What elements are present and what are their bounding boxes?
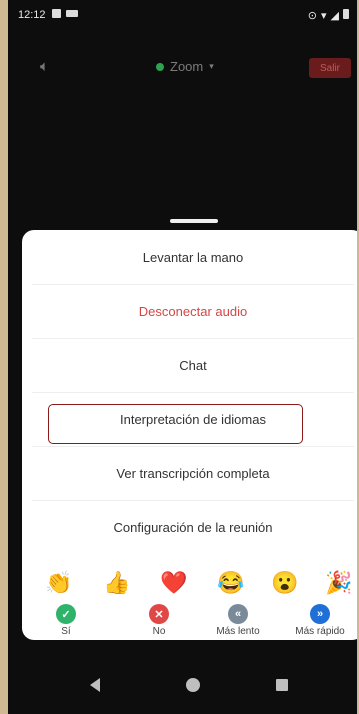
phone-screen: 12:12 ⊙ ▾ ◢ 🔈︎ Zoom ▾ Salir Levantar la … xyxy=(8,0,357,714)
surprised-face-icon[interactable]: 😮 xyxy=(270,568,300,598)
menu-item-full-transcript[interactable]: Ver transcripción completa xyxy=(22,446,357,500)
sheet-drag-handle[interactable] xyxy=(170,219,218,223)
party-popper-icon[interactable]: 🎉 xyxy=(324,568,354,598)
yes-label: Sí xyxy=(61,626,71,637)
meeting-title[interactable]: Zoom ▾ xyxy=(156,59,214,74)
faster-label: Más rápido xyxy=(295,626,345,637)
alarm-icon: ⊙ xyxy=(307,10,317,22)
slower-label: Más lento xyxy=(216,626,260,637)
rewind-icon: « xyxy=(228,604,248,624)
status-bar: 12:12 ⊙ ▾ ◢ xyxy=(8,0,357,30)
back-icon[interactable] xyxy=(90,678,100,692)
chevron-down-icon: ▾ xyxy=(209,61,214,71)
status-time: 12:12 xyxy=(18,9,46,21)
menu-item-meeting-settings[interactable]: Configuración de la reunión xyxy=(22,500,357,554)
signal-icon: ◢ xyxy=(330,10,339,22)
android-nav-bar xyxy=(8,662,357,714)
clapping-hands-icon[interactable]: 👏 xyxy=(44,568,74,598)
menu-item-raise-hand[interactable]: Levantar la mano xyxy=(22,230,357,284)
battery-icon xyxy=(343,9,349,19)
more-options-sheet: Levantar la mano Desconectar audio Chat … xyxy=(22,230,357,640)
notification-icon xyxy=(52,9,61,18)
camera-icon xyxy=(66,10,78,17)
no-label: No xyxy=(152,626,166,637)
no-button[interactable]: ✕ No xyxy=(119,604,199,637)
leave-button[interactable]: Salir xyxy=(309,58,351,78)
speaker-icon[interactable]: 🔈︎ xyxy=(40,58,49,75)
menu-item-chat[interactable]: Chat xyxy=(22,338,357,392)
highlight-box xyxy=(48,404,303,444)
fast-forward-icon: » xyxy=(310,604,330,624)
menu-item-disconnect-audio[interactable]: Desconectar audio xyxy=(22,284,357,338)
x-icon: ✕ xyxy=(149,604,169,624)
encryption-shield-icon xyxy=(156,62,164,71)
reaction-emoji-row: 👏 👍 ❤️ 😂 😮 🎉 xyxy=(22,568,357,598)
meeting-top-bar: 🔈︎ Zoom ▾ Salir xyxy=(8,48,357,88)
status-notification-icons xyxy=(52,9,78,18)
home-icon[interactable] xyxy=(186,678,200,692)
thumbs-up-icon[interactable]: 👍 xyxy=(102,568,132,598)
slower-button[interactable]: « Más lento xyxy=(198,604,278,637)
faster-button[interactable]: » Más rápido xyxy=(280,604,357,637)
status-system-icons: ⊙ ▾ ◢ xyxy=(308,9,349,22)
wifi-icon: ▾ xyxy=(321,10,327,22)
recent-apps-icon[interactable] xyxy=(276,679,288,691)
red-heart-icon[interactable]: ❤️ xyxy=(159,568,189,598)
check-icon: ✓ xyxy=(56,604,76,624)
meeting-title-label: Zoom xyxy=(170,59,204,74)
yes-button[interactable]: ✓ Sí xyxy=(26,604,106,637)
tears-of-joy-icon[interactable]: 😂 xyxy=(216,568,246,598)
